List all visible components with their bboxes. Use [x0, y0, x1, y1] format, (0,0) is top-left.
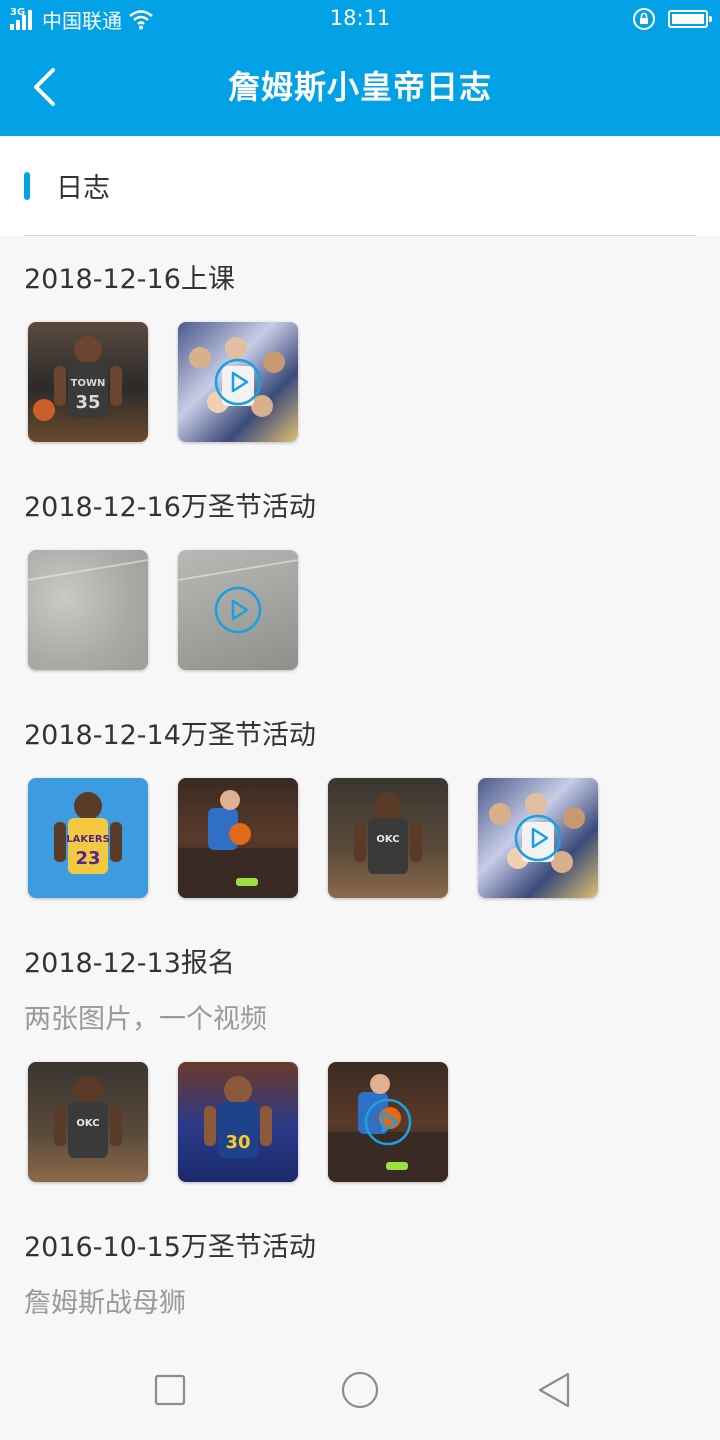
chevron-left-icon	[34, 68, 55, 106]
player-head	[370, 1074, 390, 1094]
video-thumbnail[interactable]	[328, 1062, 448, 1182]
player-arm	[110, 1106, 122, 1146]
thumbnail-art: OKC	[54, 1076, 122, 1158]
section-accent-bar	[24, 172, 30, 200]
bench	[178, 848, 298, 898]
player-arm	[54, 822, 66, 862]
video-thumbnail[interactable]	[478, 778, 598, 898]
image-thumbnail[interactable]: OKC	[28, 1062, 148, 1182]
thumbnail-art: TOWN 35	[33, 336, 122, 421]
rotation-lock-icon	[633, 8, 655, 30]
home-button[interactable]	[340, 1370, 380, 1410]
player-arm	[110, 366, 122, 406]
battery-fill	[672, 14, 704, 24]
thumbnail-art: LAKERS 23	[54, 792, 122, 874]
video-thumbnail[interactable]	[178, 322, 298, 442]
entry-title: 2018-12-16万圣节活动	[24, 492, 316, 523]
media-row: LAKERS 23 OKC	[24, 778, 720, 898]
section-header: 日志	[0, 136, 720, 236]
image-thumbnail[interactable]: 30	[178, 1062, 298, 1182]
jersey-number: 30	[225, 1132, 250, 1153]
jersey-number: 23	[75, 848, 100, 869]
court-line	[28, 559, 148, 581]
back-button[interactable]	[24, 64, 64, 110]
entry-title: 2016-10-15万圣节活动	[24, 1232, 316, 1263]
thumbnail-art: OKC	[354, 792, 422, 874]
log-entry[interactable]: 2018-12-13报名两张图片，一个视频 OKC 30	[0, 920, 720, 1204]
image-thumbnail[interactable]	[28, 550, 148, 670]
battery-icon	[668, 10, 712, 28]
back-nav-button[interactable]	[534, 1370, 574, 1410]
sneaker	[386, 1162, 408, 1170]
media-row	[24, 550, 720, 670]
recents-button[interactable]	[150, 1370, 190, 1410]
log-entry[interactable]: 2018-12-16万圣节活动	[0, 464, 720, 692]
jersey-text: OKC	[376, 834, 399, 845]
navigation-bar	[0, 1340, 720, 1440]
image-thumbnail[interactable]: TOWN 35	[28, 322, 148, 442]
thumbnail-art	[28, 559, 148, 581]
status-time: 18:11	[329, 6, 391, 30]
status-right	[632, 6, 712, 32]
status-bar: 3G 中国联通 18:11	[0, 0, 720, 38]
spectator-head	[525, 793, 547, 815]
basketball	[229, 823, 251, 845]
player-head	[74, 336, 102, 364]
spectator-head	[225, 337, 247, 359]
thumbnail-art: 30	[204, 1076, 272, 1158]
jersey-text: OKC	[76, 1118, 99, 1129]
entry-description: 两张图片，一个视频	[24, 1004, 267, 1035]
page-title: 詹姆斯小皇帝日志	[227, 68, 492, 106]
player-arm	[410, 822, 422, 862]
player-arm	[204, 1106, 216, 1146]
log-entry[interactable]: 2018-12-16上课 TOWN 35	[0, 236, 720, 464]
basketball	[33, 399, 55, 421]
sneaker	[236, 878, 258, 886]
entry-title: 2018-12-16上课	[24, 264, 235, 295]
court-line	[178, 559, 298, 581]
entry-title: 2018-12-13报名	[24, 948, 235, 979]
section-title: 日志	[56, 173, 110, 204]
thumbnail-art	[178, 790, 298, 898]
player-jersey	[68, 1102, 108, 1158]
player-head	[220, 790, 240, 810]
jersey-number: 35	[75, 392, 100, 413]
player-head	[374, 792, 402, 820]
log-entry[interactable]: 2016-10-15万圣节活动 詹姆斯战母狮	[0, 1204, 720, 1340]
player-head	[224, 1076, 252, 1104]
player-arm	[110, 822, 122, 862]
jersey-text: LAKERS	[66, 834, 110, 845]
log-list[interactable]: 2018-12-16上课 TOWN 35 2018-12-16万圣节活动 2018-12…	[0, 236, 720, 1340]
image-thumbnail[interactable]: LAKERS 23	[28, 778, 148, 898]
image-thumbnail[interactable]: OKC	[328, 778, 448, 898]
jersey-text: TOWN	[71, 378, 106, 389]
play-icon	[364, 1098, 412, 1146]
player-arm	[260, 1106, 272, 1146]
title-bar: 詹姆斯小皇帝日志	[0, 38, 720, 136]
play-icon	[214, 358, 262, 406]
image-thumbnail[interactable]	[178, 778, 298, 898]
play-icon	[514, 814, 562, 862]
log-entry[interactable]: 2018-12-14万圣节活动 LAKERS 23 OKC	[0, 692, 720, 920]
player-head	[74, 792, 102, 820]
player-arm	[54, 366, 66, 406]
player-arm	[354, 822, 366, 862]
media-row: OKC 30	[24, 1062, 720, 1182]
entry-description: 詹姆斯战母狮	[24, 1288, 186, 1319]
spectator-head	[489, 803, 511, 825]
video-thumbnail[interactable]	[178, 550, 298, 670]
spectator-head	[563, 807, 585, 829]
player-jersey	[368, 818, 408, 874]
spectator-head	[263, 351, 285, 373]
media-row: TOWN 35	[24, 322, 720, 442]
spectator-head	[189, 347, 211, 369]
entry-title: 2018-12-14万圣节活动	[24, 720, 316, 751]
player-arm	[54, 1106, 66, 1146]
play-icon	[214, 586, 262, 634]
player-head	[74, 1076, 102, 1104]
